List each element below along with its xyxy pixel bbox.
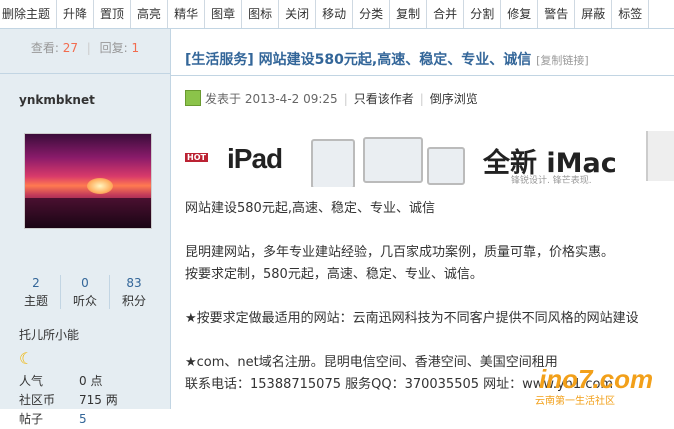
author-title[interactable]: 托儿所小能 — [19, 326, 79, 343]
ad-ipad-text: iPad — [227, 143, 283, 174]
author-stat-label: 主题 — [23, 294, 48, 308]
author-stat[interactable]: 83 积分 — [109, 275, 158, 309]
copy-link[interactable]: [复制链接] — [536, 54, 589, 67]
views-label: 查看: — [30, 41, 59, 55]
views-count: 27 — [62, 41, 78, 55]
author-stat[interactable]: 2 主题 — [12, 275, 60, 309]
post-blank-line — [185, 220, 674, 242]
only-author-link[interactable]: 只看该作者 — [354, 92, 414, 106]
moderation-toolbar: 删除主题 升降 置顶 高亮 精华 图章 图标 关闭 移动 分类 复制 合并 分割 修复 警告 屏蔽 标签 — [0, 0, 674, 29]
online-status-icon — [185, 90, 201, 106]
ipad-mini-image — [427, 147, 465, 185]
toolbar-item[interactable]: 修复 — [501, 0, 539, 28]
author-stat-value: 0 — [81, 276, 89, 290]
toolbar-item[interactable]: 警告 — [538, 0, 576, 28]
post-line: 昆明建网站，多年专业建站经验，几百家成功案例，质量可靠，价格实惠。 — [185, 245, 615, 260]
thread-stats: 查看: 27 | 回复: 1 — [30, 41, 140, 55]
site-watermark-logo: ino7.com 云南第一生活社区 — [535, 364, 674, 409]
author-stats: 2 主题 0 听众 83 积分 — [12, 275, 158, 309]
replies-label: 回复: — [99, 41, 128, 55]
replies-count: 1 — [131, 41, 140, 55]
author-profile: 人气 0 点社区币 715 两帖子 5 — [19, 372, 118, 429]
toolbar-item[interactable]: 删除主题 — [0, 0, 58, 28]
profile-value: 0 点 — [79, 374, 103, 388]
divider — [0, 73, 170, 74]
profile-key: 社区币 — [19, 393, 56, 407]
profile-row: 人气 0 点 — [19, 372, 118, 391]
thread-title-text: [生活服务] 网站建设580元起,高速、稳定、专业、诚信 — [185, 52, 532, 68]
watermark-sub: 云南第一生活社区 — [535, 396, 615, 407]
toolbar-item[interactable]: 移动 — [316, 0, 354, 28]
toolbar-item[interactable]: 精华 — [168, 0, 206, 28]
post-blank-line — [185, 330, 674, 352]
author-sidebar: 查看: 27 | 回复: 1 ynkmbknet 2 主题 0 听众 83 积分 托儿所小… — [0, 29, 171, 426]
toolbar-item[interactable]: 分割 — [464, 0, 502, 28]
profile-value: 715 两 — [79, 393, 118, 407]
toolbar-item[interactable]: 图标 — [242, 0, 280, 28]
sunset-sun — [87, 178, 113, 194]
post-line: 网站建设580元起,高速、稳定、专业、诚信 — [185, 201, 435, 216]
toolbar-item[interactable]: 关闭 — [279, 0, 317, 28]
avatar[interactable] — [24, 133, 152, 229]
hot-badge: HOT — [185, 153, 208, 162]
divider — [171, 75, 674, 76]
author-stat-value: 83 — [126, 276, 142, 290]
toolbar-item[interactable]: 置顶 — [94, 0, 132, 28]
thread-title: [生活服务] 网站建设580元起,高速、稳定、专业、诚信 [复制链接] — [185, 49, 589, 69]
ipad-device-image — [363, 137, 423, 183]
profile-row: 社区币 715 两 — [19, 391, 118, 410]
reverse-order-link[interactable]: 倒序浏览 — [430, 92, 478, 106]
post-meta: 发表于 2013-4-2 09:25 | 只看该作者 | 倒序浏览 — [185, 90, 478, 107]
toolbar-item[interactable]: 复制 — [390, 0, 428, 28]
toolbar-item[interactable]: 升降 — [57, 0, 95, 28]
post-blank-line — [185, 286, 674, 308]
author-stat-value: 2 — [32, 276, 40, 290]
post-line: 按要求定制，580元起，高速、稳定、专业、诚信。 — [185, 267, 483, 282]
toolbar-item[interactable]: 分类 — [353, 0, 391, 28]
author-stat-label: 积分 — [121, 294, 146, 308]
author-username[interactable]: ynkmbknet — [19, 93, 95, 107]
author-stat-label: 听众 — [72, 294, 97, 308]
toolbar-item[interactable]: 图章 — [205, 0, 243, 28]
author-stat[interactable]: 0 听众 — [60, 275, 109, 309]
ipad-device-image — [311, 139, 355, 187]
toolbar-item[interactable]: 高亮 — [131, 0, 169, 28]
post-date: 发表于 2013-4-2 09:25 — [205, 92, 338, 106]
post-line: ★按要求定做最适用的网站：云南迅网科技为不同客户提供不同风格的网站建设 — [185, 311, 639, 326]
apple-ad-banner[interactable]: iPad 全新 iMac 锋锐设计. 锋芒表现. — [221, 129, 674, 187]
profile-value[interactable]: 5 — [79, 412, 87, 426]
moon-icon: ☾ — [19, 349, 34, 368]
profile-key: 人气 — [19, 374, 44, 388]
toolbar-item[interactable]: 标签 — [612, 0, 650, 28]
imac-device-image — [646, 131, 674, 181]
profile-row: 帖子 5 — [19, 410, 118, 429]
profile-key: 帖子 — [19, 412, 44, 426]
watermark-main: ino7.com — [539, 364, 654, 394]
toolbar-item[interactable]: 屏蔽 — [575, 0, 613, 28]
post-content: [生活服务] 网站建设580元起,高速、稳定、专业、诚信 [复制链接] 发表于 … — [171, 29, 674, 409]
toolbar-item[interactable]: 合并 — [427, 0, 465, 28]
sunset-sea — [25, 198, 151, 228]
ad-imac-subtitle: 锋锐设计. 锋芒表现. — [511, 176, 592, 186]
